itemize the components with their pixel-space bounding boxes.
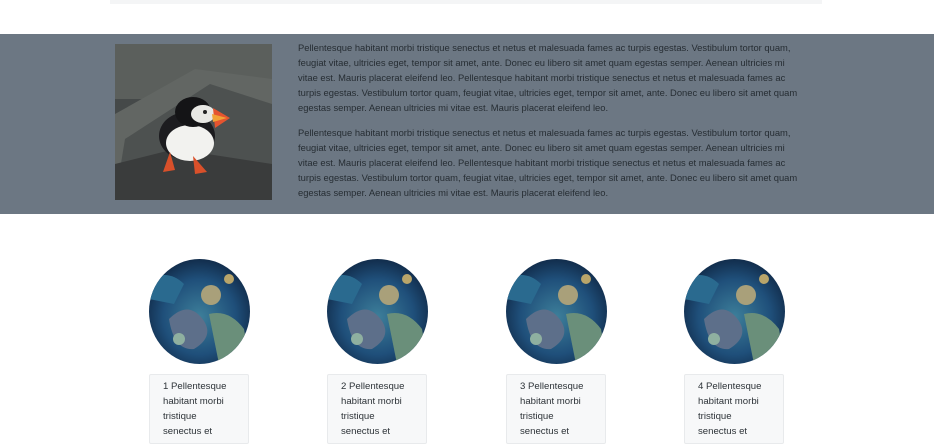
card: 1 Pellentesque habitant morbi tristique … <box>149 259 250 444</box>
puffin-illustration <box>115 44 272 200</box>
card-caption: 4 Pellentesque habitant morbi tristique … <box>684 374 784 444</box>
reef-image <box>327 259 428 364</box>
card: 2 Pellentesque habitant morbi tristique … <box>327 259 428 444</box>
feature-paragraph: Pellentesque habitant morbi tristique se… <box>298 127 798 198</box>
card: 4 Pellentesque habitant morbi tristique … <box>684 259 785 444</box>
card-caption: 3 Pellentesque habitant morbi tristique … <box>506 374 606 444</box>
reef-image <box>149 259 250 364</box>
puffin-image <box>115 44 272 200</box>
feature-paragraph: Pellentesque habitant morbi tristique se… <box>298 42 798 113</box>
feature-band: Pellentesque habitant morbi tristique se… <box>0 34 934 214</box>
card: 3 Pellentesque habitant morbi tristique … <box>506 259 607 444</box>
reef-image <box>506 259 607 364</box>
reef-image <box>684 259 785 364</box>
card-caption: 2 Pellentesque habitant morbi tristique … <box>327 374 427 444</box>
feature-text: Pellentesque habitant morbi tristique se… <box>298 40 798 210</box>
card-caption: 1 Pellentesque habitant morbi tristique … <box>149 374 249 444</box>
top-divider <box>110 0 822 4</box>
